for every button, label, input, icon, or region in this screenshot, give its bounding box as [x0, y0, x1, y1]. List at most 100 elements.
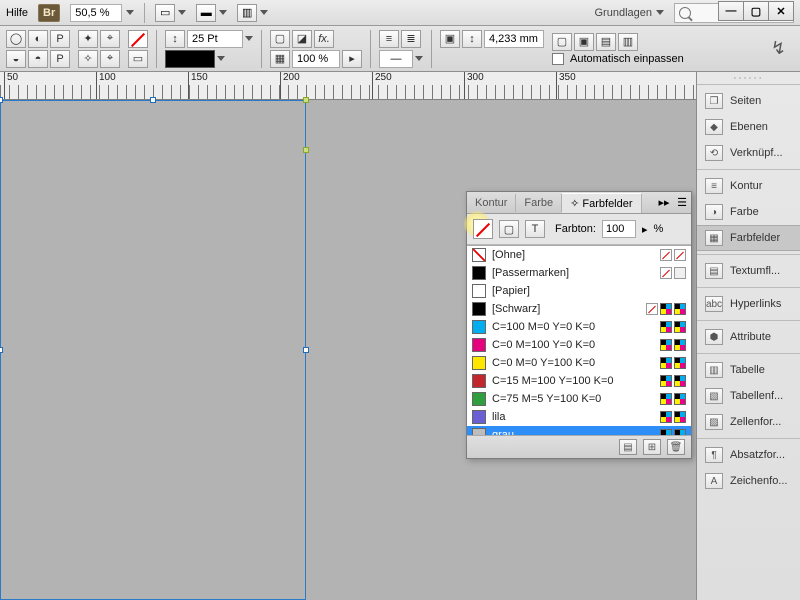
dock-item-absatzfor[interactable]: ¶Absatzfor...: [697, 442, 800, 468]
tab-farbe[interactable]: Farbe: [516, 194, 562, 212]
wrap-icon[interactable]: ≣: [401, 30, 421, 48]
dock-item-kontur[interactable]: ≡Kontur: [697, 173, 800, 199]
tab-farbfelder[interactable]: ✧Farbfelder: [562, 193, 641, 213]
dock-item-seiten[interactable]: ❐Seiten: [697, 88, 800, 114]
dock-item-tabelle[interactable]: ▥Tabelle: [697, 357, 800, 383]
resize-handle[interactable]: [150, 97, 156, 103]
cmyk-icon: [674, 429, 686, 436]
chevron-down-icon: [126, 10, 134, 15]
help-menu[interactable]: Hilfe: [6, 7, 28, 19]
tint-input[interactable]: [602, 220, 636, 238]
ruler-label: 350: [556, 72, 576, 99]
frame-width-input[interactable]: 4,233 mm: [484, 30, 544, 48]
dock-item-attribute[interactable]: ⬢Attribute: [697, 324, 800, 350]
tool-icon[interactable]: ⌖: [100, 50, 120, 68]
swatch-row[interactable]: C=15 M=100 Y=100 K=0: [467, 372, 691, 390]
swatch-row[interactable]: C=100 M=0 Y=0 K=0: [467, 318, 691, 336]
dock-item-tabellenf[interactable]: ▧Tabellenf...: [697, 383, 800, 409]
rotate-handle[interactable]: [303, 147, 309, 153]
dock-item-textumfl[interactable]: ▤Textumfl...: [697, 258, 800, 284]
quick-apply-icon[interactable]: ↯: [771, 38, 786, 59]
new-swatch-button[interactable]: ▤: [619, 439, 637, 455]
fit-icon[interactable]: ▥: [618, 33, 638, 51]
panel-menu-icon[interactable]: ☰: [673, 196, 691, 209]
selected-frame[interactable]: [0, 100, 306, 600]
tool-icon[interactable]: ◐: [28, 30, 48, 48]
stepper-icon[interactable]: ▸: [342, 50, 362, 68]
swatch-row[interactable]: [Papier]: [467, 282, 691, 300]
dock-item-hyperlinks[interactable]: abcHyperlinks: [697, 291, 800, 317]
dock-item-zellenfor[interactable]: ▨Zellenfor...: [697, 409, 800, 435]
tool-icon[interactable]: P: [50, 50, 70, 68]
resize-handle[interactable]: [0, 347, 3, 353]
swatch-row[interactable]: C=0 M=0 Y=100 K=0: [467, 354, 691, 372]
window-close-button[interactable]: ✕: [768, 1, 794, 21]
separator: [261, 30, 262, 68]
autofit-checkbox[interactable]: [552, 53, 564, 65]
formatting-container-icon[interactable]: ▢: [499, 220, 519, 238]
display-perf-icon[interactable]: ▥: [237, 4, 257, 22]
new-swatch-button[interactable]: ⊞: [643, 439, 661, 455]
tab-kontur[interactable]: Kontur: [467, 194, 516, 212]
resize-handle[interactable]: [303, 97, 309, 103]
panel-collapse-icon[interactable]: ▸▸: [655, 196, 673, 209]
wrap-icon[interactable]: ≡: [379, 30, 399, 48]
swatch-row[interactable]: grau: [467, 426, 691, 436]
stroke-style-swatch[interactable]: [165, 50, 215, 68]
fit-icon[interactable]: ▣: [574, 33, 594, 51]
cmyk-icon: [660, 411, 672, 423]
tool-icon[interactable]: P: [50, 30, 70, 48]
fx-icon[interactable]: fx.: [314, 30, 334, 48]
swatch-flags: [660, 375, 686, 387]
fill-none-icon[interactable]: [128, 30, 148, 48]
stepper-icon[interactable]: ↕: [165, 30, 185, 48]
opacity-icon[interactable]: ▦: [270, 50, 290, 68]
stepper-icon[interactable]: ↕: [462, 30, 482, 48]
window-maximize-button[interactable]: ▢: [743, 1, 769, 21]
opacity-input[interactable]: 100 %: [292, 50, 340, 68]
resize-handle[interactable]: [303, 347, 309, 353]
swatch-row[interactable]: [Schwarz]: [467, 300, 691, 318]
swatch-row[interactable]: [Ohne]: [467, 246, 691, 264]
bridge-badge[interactable]: Br: [38, 4, 60, 22]
swatch-row[interactable]: C=0 M=100 Y=0 K=0: [467, 336, 691, 354]
swatch-row[interactable]: lila: [467, 408, 691, 426]
resize-handle[interactable]: [0, 97, 3, 103]
tool-icon[interactable]: ◯: [6, 30, 26, 48]
tool-icon[interactable]: ◓: [28, 50, 48, 68]
wrap-mode-icon[interactable]: —: [379, 50, 413, 68]
dock-grip[interactable]: ∙∙∙∙∙∙: [697, 72, 800, 84]
dock-item-label: Tabellenf...: [730, 390, 783, 402]
fit-icon[interactable]: ▢: [552, 33, 572, 51]
zoom-input[interactable]: [70, 4, 122, 22]
effect-icon[interactable]: ◪: [292, 30, 312, 48]
tint-stepper-icon[interactable]: ▸: [642, 223, 648, 236]
window-minimize-button[interactable]: —: [718, 1, 744, 21]
stroke-icon[interactable]: ▭: [128, 50, 148, 68]
swatch-row[interactable]: [Passermarken]: [467, 264, 691, 282]
dock-item-zeichenfo[interactable]: AZeichenfo...: [697, 468, 800, 494]
dock-item-farbfelder[interactable]: ▦Farbfelder: [697, 225, 800, 251]
tool-icon[interactable]: ◒: [6, 50, 26, 68]
effect-icon[interactable]: ▢: [270, 30, 290, 48]
workspace-switcher[interactable]: Grundlagen: [595, 7, 665, 19]
dock-group: ❐Seiten◆Ebenen⟲Verknüpf...: [697, 84, 800, 169]
dock-item-farbe[interactable]: ◑Farbe: [697, 199, 800, 225]
fit-frame-icon[interactable]: ▣: [440, 30, 460, 48]
formatting-text-icon[interactable]: T: [525, 220, 545, 238]
chevron-down-icon: [217, 56, 225, 61]
arrange-docs-icon[interactable]: ▬: [196, 4, 216, 22]
tool-icon[interactable]: ⌖: [100, 30, 120, 48]
fit-icon[interactable]: ▤: [596, 33, 616, 51]
delete-swatch-button[interactable]: 🗑: [667, 439, 685, 455]
dock-item-verknpf[interactable]: ⟲Verknüpf...: [697, 140, 800, 166]
screen-mode-icon[interactable]: ▭: [155, 4, 175, 22]
fill-stroke-proxy-icon[interactable]: [473, 219, 493, 239]
stroke-weight-input[interactable]: 25 Pt: [187, 30, 243, 48]
tool-icon[interactable]: ✧: [78, 50, 98, 68]
dock-item-ebenen[interactable]: ◆Ebenen: [697, 114, 800, 140]
swatch-row[interactable]: C=75 M=5 Y=100 K=0: [467, 390, 691, 408]
zoom-level-select[interactable]: [70, 4, 134, 22]
swatch-list[interactable]: [Ohne][Passermarken][Papier][Schwarz]C=1…: [467, 245, 691, 436]
tool-icon[interactable]: ✦: [78, 30, 98, 48]
